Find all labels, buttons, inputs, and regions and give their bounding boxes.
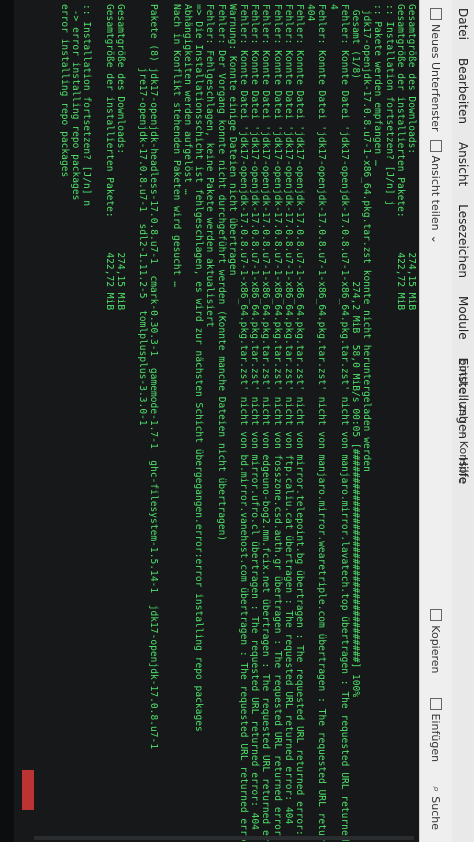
paste-button[interactable]: Einfügen	[429, 697, 443, 763]
terminal-line: Fehler: Der Vorgang konnte nicht durchge…	[215, 4, 227, 542]
split-view-icon	[430, 139, 442, 152]
taskbar-indicator	[22, 770, 34, 810]
terminal-line: Fehler: Konnte Datei 'jdk17-openjdk-17.0…	[237, 4, 249, 842]
terminal-line: => Die Installationsschicht ist fehlgesc…	[193, 4, 205, 732]
terminal-line: Fehler: Konnte Datei 'jdk17-openjdk-17.0…	[293, 4, 305, 842]
terminal-line: :: Pakete werden empfangen …	[372, 4, 384, 166]
status-bar	[0, 0, 14, 842]
terminal-line: Gesamt (1/8) 274,2 MiB 58,0 MiB/s 00:05 …	[349, 4, 361, 698]
terminal-line: Gesamtgröße der installierten Pakete: 42…	[103, 4, 115, 311]
window-title: bottke : zsh — Konsole	[457, 358, 470, 484]
copy-label: Kopieren	[429, 625, 443, 674]
terminal-line: Fehler: Konnte Datei 'jdk17-openjdk-17.0…	[271, 4, 283, 842]
new-tab-icon	[430, 8, 442, 20]
copy-button[interactable]: Kopieren	[429, 609, 443, 674]
terminal-line: jdk17-openjdk-17.0.8.u7-1-x86_64.pkg.tar…	[361, 4, 373, 472]
terminal-line: Fehler: Konnte Datei 'jdk17-openjdk-17.0…	[249, 4, 261, 830]
paste-label: Einfügen	[429, 713, 443, 763]
paste-icon	[430, 697, 442, 710]
terminal-line: Fehler: Fehlgeschlagen, keine Pakete wer…	[204, 4, 216, 328]
terminal-line: Fehler: Konnte Datei 'jdk17-openjdk-17.0…	[282, 4, 294, 825]
new-tab-button[interactable]: Neues Unterfenster	[430, 8, 443, 132]
copy-icon	[430, 609, 442, 622]
terminal-line: -> error installing repo packages	[69, 4, 81, 201]
terminal-line: Fehler: Konnte Datei 'jdk17-openjdk-17.0…	[338, 4, 350, 842]
scrollbar[interactable]	[34, 836, 414, 840]
terminal-line: Nach in Konflikt stehenden Paketen wird …	[170, 4, 182, 288]
terminal-line: Gesamtgröße des Downloads: 274,15 MiB	[406, 4, 417, 311]
split-view-button[interactable]: Ansicht teilen ⌄	[429, 139, 443, 244]
toolbar: Neues Unterfenster Ansicht teilen ⌄ Kopi…	[419, 0, 452, 842]
terminal-line: Fehler: Konnte Datei 'jdk17-openjdk-17.0…	[316, 4, 328, 842]
terminal-line: Gesamtgröße der installierten Pakete: 42…	[394, 4, 406, 311]
new-tab-label: Neues Unterfenster	[429, 24, 443, 132]
terminal-output[interactable]: Gesamtgröße des Downloads: 274,15 MiB Ges…	[14, 0, 419, 842]
terminal-line: 4	[327, 4, 339, 10]
rotated-screen: Datei Bearbeiten Ansicht Lesezeichen Mod…	[0, 0, 474, 842]
title-bar: Datei Bearbeiten Ansicht Lesezeichen Mod…	[452, 0, 474, 842]
terminal-line: :: Installation fortsetzen? [J/n] j	[383, 4, 395, 207]
terminal-line: error installing repo packages	[58, 4, 70, 178]
terminal-line: Abhängigkeiten werden aufgelöst …	[181, 4, 193, 195]
terminal-line: 404	[305, 4, 317, 22]
terminal-line: jre17-openjdk-17.0.8.u7-1 sdl2-1.11.2-5 …	[137, 4, 149, 426]
search-label: Suche	[429, 796, 443, 830]
terminal-line: :: Installation fortsetzen? [J/n] n	[81, 4, 93, 207]
split-view-label: Ansicht teilen	[429, 155, 443, 231]
terminal-line: Warnung: Konnte einige Dateien nicht übe…	[226, 4, 238, 276]
chevron-down-icon: ⌄	[429, 234, 443, 244]
terminal-line: Fehler: Konnte Datei 'jdk17-openjdk-17.0…	[260, 4, 272, 842]
search-button[interactable]: ⌕ Suche	[429, 786, 444, 830]
terminal-line: Pakete (8) jdk17-openjdk-headless-17.0.8…	[148, 4, 160, 750]
search-icon: ⌕	[430, 786, 443, 793]
terminal-line: Gesamtgröße des Downloads: 274,15 MiB	[114, 4, 126, 311]
